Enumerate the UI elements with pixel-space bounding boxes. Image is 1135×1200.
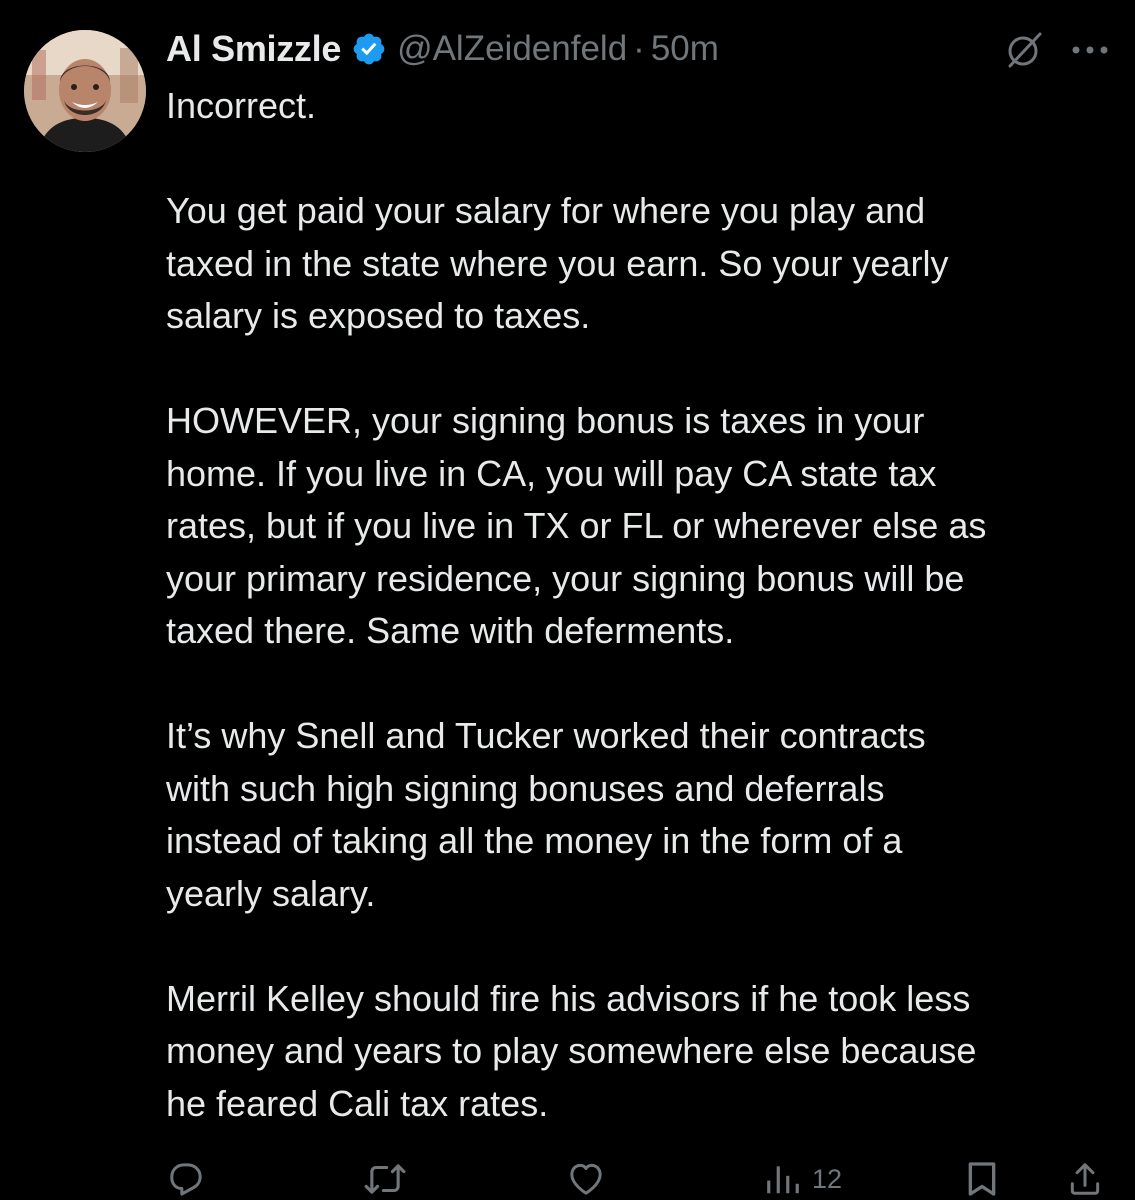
tweet-header: Al Smizzle @AlZeidenfeld · 50m	[166, 24, 719, 74]
tweet-paragraph: Incorrect.	[166, 85, 317, 126]
author-name[interactable]: Al Smizzle	[166, 28, 341, 70]
views-button[interactable]: 12	[764, 1158, 842, 1200]
bookmark-button[interactable]	[964, 1158, 1000, 1200]
tweet-paragraph: HOWEVER, your signing bonus is taxes in …	[166, 400, 987, 651]
author-handle[interactable]: @AlZeidenfeld	[397, 29, 627, 69]
tweet-paragraph: It’s why Snell and Tucker worked their c…	[166, 715, 926, 914]
timestamp[interactable]: 50m	[651, 29, 719, 69]
bookmark-icon	[968, 1162, 996, 1196]
grok-icon[interactable]	[1004, 30, 1044, 70]
retweet-button[interactable]	[362, 1158, 408, 1200]
separator-dot: ·	[633, 29, 645, 68]
reply-button[interactable]	[166, 1158, 206, 1200]
retweet-icon	[364, 1164, 406, 1194]
views-count: 12	[812, 1163, 843, 1194]
more-options-icon[interactable]	[1068, 40, 1112, 60]
share-button[interactable]	[1066, 1158, 1104, 1200]
avatar[interactable]	[24, 30, 146, 152]
like-button[interactable]	[565, 1158, 607, 1200]
action-bar: 12	[0, 1158, 1135, 1200]
share-icon	[1070, 1163, 1100, 1195]
tweet-text: Incorrect. You get paid your salary for …	[166, 80, 1116, 1130]
tweet-paragraph: Merril Kelley should fire his advisors i…	[166, 977, 977, 1124]
avatar-image	[24, 30, 146, 152]
like-icon	[570, 1163, 602, 1195]
tweet: Al Smizzle @AlZeidenfeld · 50m Incorrect…	[0, 0, 1135, 1200]
reply-icon	[170, 1163, 202, 1196]
verified-badge-icon	[351, 31, 387, 67]
tweet-paragraph: You get paid your salary for where you p…	[166, 190, 949, 336]
views-icon	[767, 1166, 799, 1194]
